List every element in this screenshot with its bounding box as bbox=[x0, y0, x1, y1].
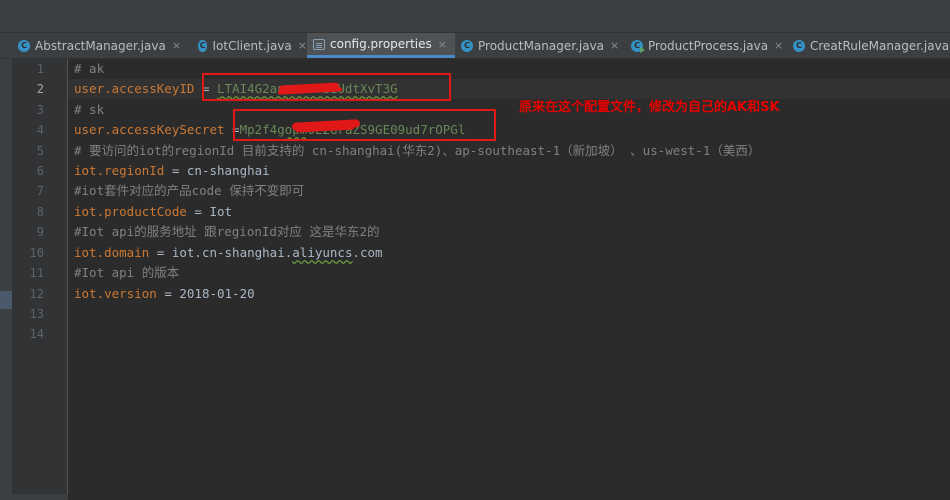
line-number: 4 bbox=[36, 123, 44, 137]
tab-label: CreatRuleManager.java bbox=[810, 38, 950, 53]
java-class-icon: C bbox=[18, 39, 30, 52]
code-line-9: #Iot api的服务地址 跟regionId对应 这是华东2的 bbox=[74, 224, 380, 239]
line-number: 3 bbox=[36, 103, 44, 117]
annotation-text: 原来在这个配置文件，修改为自己的AK和SK bbox=[519, 100, 780, 115]
property-key: iot.productCode bbox=[74, 204, 187, 219]
line-number: 14 bbox=[29, 327, 44, 341]
java-class-icon: C bbox=[461, 39, 473, 52]
code-line-11: #Iot api 的版本 bbox=[74, 265, 180, 280]
code-line-1: # ak bbox=[74, 61, 105, 76]
code-line-8: iot.productCode = Iot bbox=[74, 202, 232, 222]
assignment-operator: = bbox=[164, 163, 187, 178]
close-icon[interactable]: × bbox=[172, 39, 181, 52]
code-editor[interactable]: # ak user.accessKeyID = LTAI4G2anvrearz1… bbox=[68, 59, 950, 500]
tab-abstractmanager[interactable]: C AbstractManager.java × bbox=[12, 33, 192, 58]
properties-file-icon bbox=[313, 38, 325, 50]
line-number: 6 bbox=[36, 164, 44, 178]
gutter-bottom-strip bbox=[12, 494, 68, 500]
line-number: 11 bbox=[29, 266, 44, 280]
line-number: 8 bbox=[36, 205, 44, 219]
property-key: user.accessKeySecret bbox=[74, 122, 225, 137]
tab-label: config.properties bbox=[330, 37, 432, 51]
code-line-10: iot.domain = iot.cn-shanghai.aliyuncs.co… bbox=[74, 243, 383, 263]
assignment-operator: = bbox=[186, 204, 210, 219]
tab-label: IotClient.java bbox=[212, 38, 292, 53]
property-key: iot.version bbox=[74, 286, 157, 301]
line-number: 13 bbox=[29, 307, 44, 321]
tab-productprocess[interactable]: C ProductProcess.java × bbox=[625, 33, 787, 58]
tool-window-marker[interactable] bbox=[0, 291, 12, 309]
property-value-part: aliyuncs bbox=[292, 245, 353, 260]
line-number: 12 bbox=[29, 287, 44, 301]
left-tool-strip bbox=[0, 59, 12, 500]
line-number: 7 bbox=[36, 184, 44, 198]
property-value: cn-shanghai bbox=[186, 163, 270, 178]
close-icon[interactable]: × bbox=[438, 38, 447, 51]
assignment-operator: = bbox=[149, 245, 172, 260]
tab-creatrulemanager[interactable]: C CreatRuleManager.java bbox=[787, 33, 950, 58]
property-value: Iot bbox=[209, 204, 233, 219]
window-top-strip bbox=[0, 0, 950, 33]
close-icon[interactable]: × bbox=[610, 39, 619, 52]
tab-label: ProductManager.java bbox=[478, 38, 605, 53]
assignment-operator: = bbox=[156, 286, 180, 301]
property-value-part: iot.cn-shanghai. bbox=[171, 245, 293, 260]
java-runnable-class-icon: C bbox=[631, 39, 645, 53]
editor-tab-bar: C AbstractManager.java × C IotClient.jav… bbox=[0, 33, 950, 59]
line-number: 5 bbox=[36, 144, 44, 158]
tab-config-properties[interactable]: config.properties × bbox=[307, 33, 455, 58]
property-key: user.accessKeyID bbox=[74, 81, 195, 96]
java-class-icon: C bbox=[198, 39, 208, 52]
code-line-12: iot.version = 2018-01-20 bbox=[74, 284, 255, 304]
close-icon[interactable]: × bbox=[774, 39, 783, 52]
code-line-5: # 要访问的iot的regionId 目前支持的 cn-shanghai(华东2… bbox=[74, 143, 761, 158]
close-icon[interactable]: × bbox=[298, 39, 307, 52]
code-line-6: iot.regionId = cn-shanghai bbox=[74, 161, 270, 181]
tab-productmanager[interactable]: C ProductManager.java × bbox=[455, 33, 625, 58]
annotation-box-access-key-secret bbox=[233, 109, 496, 141]
code-line-7: #iot套件对应的产品code 保持不变即可 bbox=[74, 183, 305, 198]
line-number-current: 2 bbox=[36, 82, 44, 96]
property-key: iot.domain bbox=[74, 245, 150, 260]
annotation-box-access-key-id bbox=[202, 73, 451, 101]
line-number: 10 bbox=[29, 246, 44, 260]
line-number: 9 bbox=[36, 225, 44, 239]
property-value: 2018-01-20 bbox=[179, 286, 255, 301]
property-key: iot.regionId bbox=[74, 163, 165, 178]
tab-label: ProductProcess.java bbox=[648, 38, 769, 53]
java-class-icon: C bbox=[793, 39, 805, 52]
tab-iotclient[interactable]: C IotClient.java × bbox=[192, 33, 307, 58]
property-value-part: .com bbox=[352, 245, 383, 260]
tab-label: AbstractManager.java bbox=[35, 38, 166, 53]
line-number: 1 bbox=[36, 62, 44, 76]
line-number-gutter: 1 2 3 4 5 6 7 8 9 10 11 12 13 14 bbox=[12, 59, 68, 500]
code-line-3: # sk bbox=[74, 102, 105, 117]
